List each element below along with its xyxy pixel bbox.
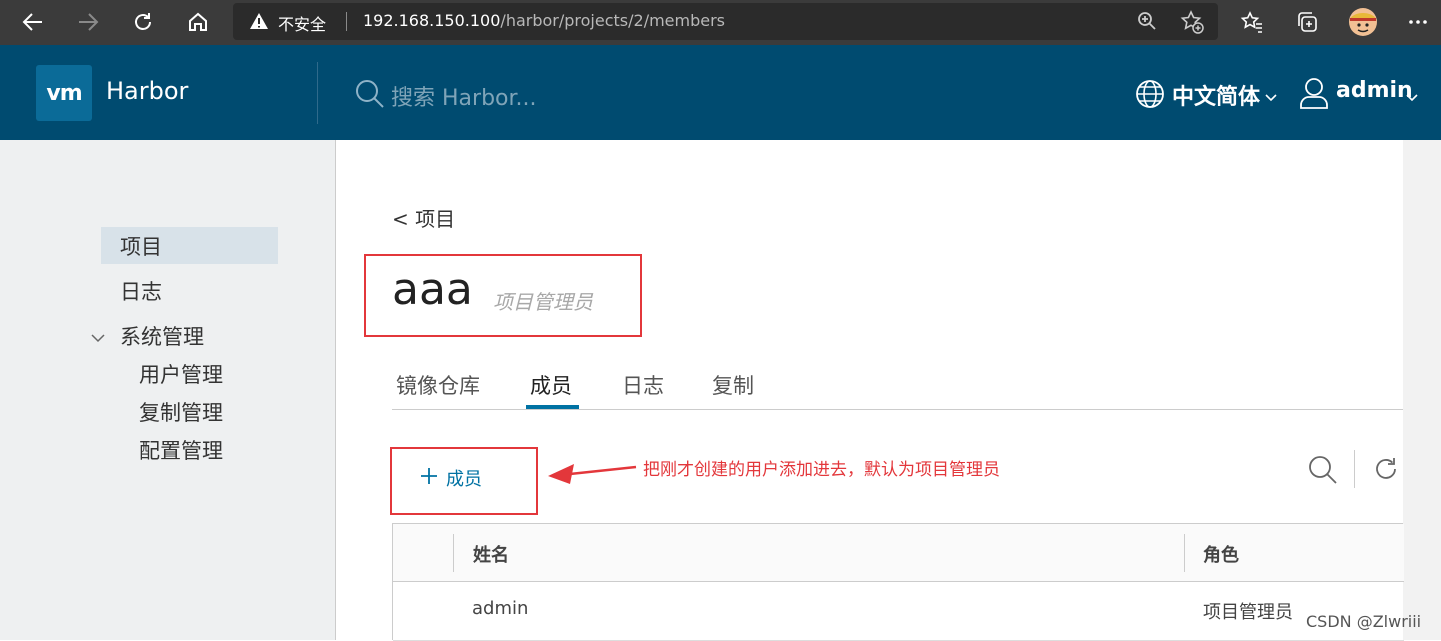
page-title: aaa: [392, 264, 473, 315]
sidebar-item-logs[interactable]: 日志: [120, 276, 162, 306]
brand-name[interactable]: Harbor: [106, 77, 188, 105]
sidebar-item-administration[interactable]: 系统管理: [120, 321, 204, 351]
reload-icon[interactable]: [125, 4, 161, 40]
sidebar-item-projects[interactable]: 项目: [120, 231, 162, 261]
insecure-label[interactable]: 不安全: [278, 11, 326, 35]
sidebar-item-user-management[interactable]: 用户管理: [139, 359, 223, 389]
column-divider: [453, 534, 454, 572]
url-text[interactable]: 192.168.150.100/harbor/projects/2/member…: [363, 11, 725, 30]
back-arrow-icon[interactable]: [15, 4, 51, 40]
sidebar: 项目 日志 系统管理 用户管理 复制管理 配置管理: [0, 140, 336, 640]
members-table: 姓名 角色 admin 项目管理员: [392, 523, 1404, 641]
user-icon[interactable]: [1298, 76, 1330, 114]
search-icon: [354, 78, 386, 114]
favorite-add-icon[interactable]: [1179, 9, 1205, 39]
warning-icon: [249, 12, 269, 34]
profile-avatar[interactable]: [1345, 4, 1381, 40]
refresh-icon[interactable]: [1372, 455, 1400, 487]
sidebar-item-replication-management[interactable]: 复制管理: [139, 397, 223, 427]
url-host: 192.168.150.100: [363, 11, 501, 30]
search-icon[interactable]: [1307, 454, 1339, 490]
column-divider: [1184, 534, 1185, 572]
table-header: 姓名 角色: [393, 524, 1404, 582]
user-menu[interactable]: admin: [1336, 78, 1413, 103]
add-member-button[interactable]: 成员: [420, 465, 482, 491]
language-selector[interactable]: 中文简体: [1172, 79, 1260, 111]
tabs-divider: [392, 409, 1403, 410]
address-bar[interactable]: 不安全 192.168.150.100/harbor/projects/2/me…: [233, 3, 1218, 40]
search-input[interactable]: 搜索 Harbor...: [391, 80, 537, 112]
url-path: /harbor/projects/2/members: [500, 11, 726, 30]
breadcrumb-back-projects[interactable]: < 项目: [392, 203, 455, 232]
column-header-name[interactable]: 姓名: [473, 541, 509, 567]
tab-repositories[interactable]: 镜像仓库: [396, 370, 480, 400]
tab-replication[interactable]: 复制: [712, 370, 754, 400]
zoom-icon[interactable]: [1135, 9, 1159, 37]
favorites-icon[interactable]: [1234, 4, 1270, 40]
column-header-role[interactable]: 角色: [1203, 541, 1239, 567]
more-menu-icon[interactable]: [1400, 4, 1436, 40]
forward-arrow-icon[interactable]: [70, 4, 106, 40]
tab-logs[interactable]: 日志: [622, 370, 664, 400]
header-divider: [317, 62, 318, 124]
watermark: CSDN @Zlwriii: [1306, 612, 1422, 631]
annotation-text: 把刚才创建的用户添加进去，默认为项目管理员: [643, 460, 1000, 480]
globe-icon[interactable]: [1134, 78, 1166, 114]
member-role-cell: 项目管理员: [1203, 602, 1293, 623]
home-icon[interactable]: [180, 4, 216, 40]
add-member-label: 成员: [446, 469, 482, 490]
member-name-cell: admin: [472, 598, 529, 619]
toolbar-divider: [1354, 450, 1355, 488]
active-tab-indicator: [526, 405, 579, 409]
app-header: vm Harbor 搜索 Harbor... 中文简体 admin: [0, 45, 1441, 140]
annotation-arrow-icon: [548, 458, 638, 490]
chevron-down-icon[interactable]: [91, 328, 105, 347]
vmware-logo[interactable]: vm: [36, 65, 92, 121]
sidebar-item-configuration-management[interactable]: 配置管理: [139, 435, 223, 465]
chevron-down-icon[interactable]: [1406, 87, 1418, 106]
collections-icon[interactable]: [1289, 4, 1325, 40]
browser-toolbar: 不安全 192.168.150.100/harbor/projects/2/me…: [0, 0, 1441, 45]
plus-icon: [420, 467, 438, 490]
tab-members[interactable]: 成员: [530, 370, 572, 400]
scroll-gutter: [1403, 140, 1441, 640]
address-divider: [346, 12, 347, 31]
project-role-label: 项目管理员: [493, 290, 593, 314]
chevron-down-icon[interactable]: [1265, 87, 1277, 106]
